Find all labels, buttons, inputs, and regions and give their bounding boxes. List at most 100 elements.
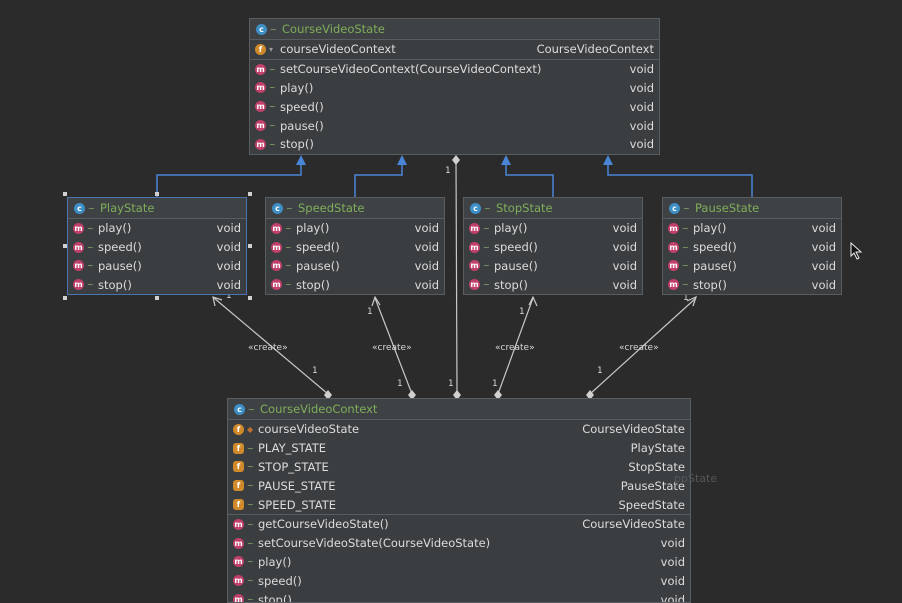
class-pausestate[interactable]: c ~ PauseState m ~ play() void m ~ speed() void … (662, 197, 842, 296)
method-name: setCourseVideoState(CourseVideoState) (258, 536, 491, 551)
method-row[interactable]: m ~ stop() void (266, 275, 444, 294)
method-row[interactable]: m ~ play() void (228, 553, 690, 572)
method-row[interactable]: m ~ pause() void (250, 116, 659, 135)
method-row[interactable]: m ~ play() void (663, 219, 841, 238)
inherit-line-stopstate (505, 160, 554, 197)
method-row[interactable]: m ~ stop() void (464, 275, 642, 294)
method-row[interactable]: m ~ play() void (250, 79, 659, 98)
selection-handle[interactable] (63, 192, 67, 196)
class-header[interactable]: c ~ CourseVideoState (250, 19, 659, 40)
class-name: StopState (496, 201, 553, 215)
method-row[interactable]: m ~ stop() void (250, 135, 659, 154)
method-name: pause() (296, 258, 340, 273)
public-icon: ~ (247, 481, 254, 491)
selection-handle[interactable] (155, 296, 159, 300)
association-arrowheads (212, 295, 697, 307)
class-name: CourseVideoContext (260, 402, 378, 416)
fields-section: f ▾ courseVideoContext CourseVideoContex… (250, 40, 659, 60)
method-type: void (629, 137, 654, 152)
method-row[interactable]: m ~ setCourseVideoState(CourseVideoState) v… (228, 534, 690, 553)
method-name: play() (98, 221, 132, 236)
method-name: pause() (98, 258, 142, 273)
method-type: void (414, 277, 439, 292)
public-icon: ~ (87, 261, 94, 271)
method-name: stop() (693, 277, 727, 292)
fields-section: f ◆ courseVideoState CourseVideoState f ~ PLA… (228, 420, 690, 515)
method-row[interactable]: m ~ speed() void (228, 571, 690, 590)
method-row[interactable]: m ~ setCourseVideoContext(CourseVideoConte… (250, 60, 659, 79)
class-stopstate[interactable]: c ~ StopState m ~ play() void m ~ speed() void m… (463, 197, 643, 296)
method-row[interactable]: m ~ play() void (266, 219, 444, 238)
class-header[interactable]: c ~ PlayState (68, 198, 246, 219)
method-row[interactable]: m ~ pause() void (464, 257, 642, 276)
methods-section: m ~ play() void m ~ speed() void m ~ pause() void… (68, 219, 246, 294)
visibility-icon: ~ (484, 203, 491, 213)
method-row[interactable]: m ~ pause() void (68, 257, 246, 276)
public-icon: ~ (285, 223, 292, 233)
method-type: void (612, 221, 637, 236)
methods-section: m ~ getCourseVideoState() CourseVideoState … (228, 515, 690, 602)
field-row[interactable]: f ~ PLAY_STATE PlayState (228, 439, 690, 458)
public-icon: ~ (247, 538, 254, 548)
method-row[interactable]: m ~ speed() void (250, 97, 659, 116)
methods-section: m ~ play() void m ~ speed() void m ~ pause() void… (464, 219, 642, 294)
class-icon: c (470, 202, 481, 214)
public-icon: ~ (483, 261, 490, 271)
method-row[interactable]: m ~ stop() void (68, 275, 246, 294)
field-row[interactable]: f ~ STOP_STATE StopState (228, 458, 690, 477)
public-icon: ~ (682, 242, 689, 252)
selection-handle[interactable] (63, 296, 67, 300)
class-header[interactable]: c ~ CourseVideoContext (228, 399, 690, 420)
mouse-cursor-icon (850, 242, 863, 260)
method-icon: m (255, 120, 266, 132)
method-name: play() (258, 554, 292, 569)
method-icon: m (73, 260, 84, 272)
multiplicity: 1 (367, 307, 373, 317)
public-icon: ~ (269, 83, 276, 93)
class-speedstate[interactable]: c ~ SpeedState m ~ play() void m ~ speed() void … (265, 197, 445, 296)
selection-handle[interactable] (248, 192, 252, 196)
selection-handle[interactable] (248, 296, 252, 300)
method-type: void (660, 573, 685, 588)
public-icon: ~ (483, 280, 490, 290)
selection-handle[interactable] (248, 244, 252, 248)
method-icon: m (469, 260, 480, 272)
field-name: PAUSE_STATE (258, 478, 336, 493)
method-row[interactable]: m ~ stop() void (663, 275, 841, 294)
method-type: CourseVideoState (582, 517, 685, 532)
method-row[interactable]: m ~ play() void (464, 219, 642, 238)
method-row[interactable]: m ~ pause() void (663, 257, 841, 276)
class-header[interactable]: c ~ StopState (464, 198, 642, 219)
field-icon: f (255, 43, 266, 55)
static-field-icon: f (233, 480, 244, 492)
field-row[interactable]: f ▾ courseVideoContext CourseVideoContex… (250, 40, 659, 59)
method-row[interactable]: m ~ speed() void (464, 238, 642, 257)
field-row[interactable]: f ◆ courseVideoState CourseVideoState (228, 420, 690, 439)
class-header[interactable]: c ~ PauseState (663, 198, 841, 219)
method-icon: m (469, 241, 480, 253)
class-coursevideostate[interactable]: c ~ CourseVideoState f ▾ courseVideoCont… (249, 18, 660, 155)
class-coursevideocontext[interactable]: c ~ CourseVideoContext f ◆ courseVideoStat… (227, 398, 691, 603)
method-row[interactable]: m ~ pause() void (266, 257, 444, 276)
method-row[interactable]: m ~ play() void (68, 219, 246, 238)
method-type: void (811, 277, 836, 292)
method-row[interactable]: m ~ speed() void (663, 238, 841, 257)
inherit-line-speedstate (354, 160, 403, 197)
selection-handle[interactable] (63, 244, 67, 248)
class-header[interactable]: c ~ SpeedState (266, 198, 444, 219)
method-row[interactable]: m ~ stop() void (228, 590, 690, 602)
selection-handle[interactable] (155, 192, 159, 196)
field-row[interactable]: f ~ SPEED_STATE SpeedState (228, 495, 690, 514)
method-row[interactable]: m ~ speed() void (68, 238, 246, 257)
method-row[interactable]: m ~ getCourseVideoState() CourseVideoState (228, 515, 690, 534)
field-row[interactable]: f ~ PAUSE_STATE PauseState (228, 476, 690, 495)
public-icon: ~ (269, 121, 276, 131)
multiplicity: 1 (397, 379, 403, 389)
method-name: stop() (494, 277, 528, 292)
static-field-icon: f (233, 461, 244, 473)
method-name: play() (296, 221, 330, 236)
method-name: stop() (98, 277, 132, 292)
method-type: void (629, 118, 654, 133)
method-row[interactable]: m ~ speed() void (266, 238, 444, 257)
class-playstate[interactable]: c ~ PlayState m ~ play() void m ~ speed() void m… (67, 197, 247, 296)
